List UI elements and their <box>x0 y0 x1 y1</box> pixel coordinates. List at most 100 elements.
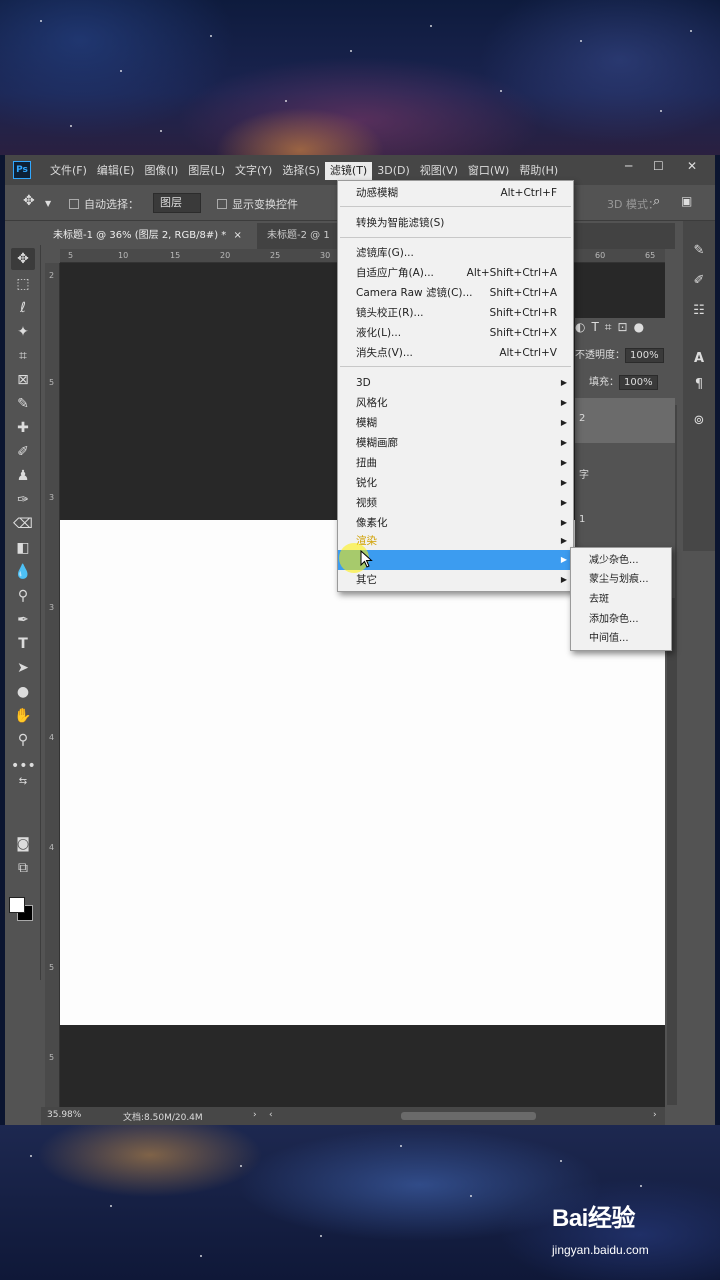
tab-document-1-label: 未标题-1 @ 36% (图层 2, RGB/8#) * <box>53 230 227 241</box>
ellipse-tool-icon[interactable]: ● <box>11 681 35 703</box>
right-dock: ✎ ✐ ☷ A ¶ ⊚ <box>683 221 715 551</box>
menu-item-label: 液化(L)... <box>356 327 402 339</box>
submenu-item-add-noise[interactable]: 添加杂色... <box>571 610 671 630</box>
layer-filter-icons[interactable]: ◐T⌗⊡● <box>575 320 675 335</box>
star <box>470 1195 472 1197</box>
maximize-button[interactable]: ☐ <box>653 159 664 173</box>
hand-tool-icon[interactable]: ✋ <box>11 705 35 727</box>
ruler-h-tick: 60 <box>595 251 606 260</box>
type-tool-icon[interactable]: T <box>11 633 35 655</box>
workspace-icon[interactable]: ▣ <box>681 194 692 208</box>
tab-close-icon[interactable]: × <box>233 230 241 241</box>
menu-item-blur-gallery[interactable]: 模糊画廊 ▶ <box>338 433 573 453</box>
submenu-item-despeckle[interactable]: 去斑 <box>571 590 671 610</box>
character-icon[interactable]: A <box>689 349 709 369</box>
eyedropper-icon[interactable]: ✎ <box>11 393 35 415</box>
more-tools-icon[interactable]: ••• <box>11 755 36 777</box>
marquee-tool-icon[interactable]: ⬚ <box>11 273 35 295</box>
brush-settings-icon[interactable]: ✎ <box>689 241 709 261</box>
menu-item-camera-raw[interactable]: Camera Raw 滤镜(C)... Shift+Ctrl+A <box>338 283 573 303</box>
auto-select-dropdown[interactable]: 图层 <box>153 193 201 213</box>
dodge-tool-icon[interactable]: ⚲ <box>11 585 35 607</box>
move-tool-icon[interactable]: ✥ <box>23 193 35 209</box>
close-button[interactable]: ✕ <box>687 159 697 173</box>
chevron-down-icon[interactable]: ▼ <box>45 199 51 208</box>
menu-view[interactable]: 视图(V) <box>415 162 463 180</box>
healing-brush-icon[interactable]: ✚ <box>11 417 35 439</box>
screen-mode-icon[interactable]: ⧉ <box>11 857 35 879</box>
history-brush-icon[interactable]: ✑ <box>11 489 35 511</box>
menu-item-distort[interactable]: 扭曲 ▶ <box>338 453 573 473</box>
layer-row[interactable]: 字 <box>575 458 675 498</box>
menu-layer[interactable]: 图层(L) <box>183 162 230 180</box>
menu-item-stylize[interactable]: 风格化 ▶ <box>338 393 573 413</box>
layer-row-selected[interactable]: 2 <box>575 398 675 443</box>
menu-type[interactable]: 文字(Y) <box>230 162 277 180</box>
menu-help[interactable]: 帮助(H) <box>514 162 563 180</box>
minimize-button[interactable]: ─ <box>625 159 632 173</box>
menu-item-render[interactable]: 渲染 ▶ <box>338 531 573 551</box>
scroll-left-icon[interactable]: ‹ <box>269 1110 273 1120</box>
swap-colors-icon[interactable]: ⇆ <box>11 775 35 789</box>
status-arrow-icon[interactable]: › <box>253 1110 257 1120</box>
auto-select-checkbox[interactable]: 自动选择： <box>69 196 139 212</box>
show-transform-checkbox[interactable]: 显示变换控件 <box>217 196 298 212</box>
zoom-level[interactable]: 35.98% <box>47 1110 81 1120</box>
menu-item-pixelate[interactable]: 像素化 ▶ <box>338 513 573 533</box>
menu-item-3d[interactable]: 3D ▶ <box>338 373 573 393</box>
menu-item-adaptive-wide-angle[interactable]: 自适应广角(A)... Alt+Shift+Ctrl+A <box>338 263 573 283</box>
eraser-icon[interactable]: ⌫ <box>11 513 35 535</box>
menu-image[interactable]: 图像(I) <box>139 162 183 180</box>
fill-row: 填充： 100% <box>575 373 675 390</box>
menu-item-last-filter[interactable]: 动感模糊 Alt+Ctrl+F <box>338 183 573 203</box>
menu-select[interactable]: 选择(S) <box>277 162 325 180</box>
crop-tool-icon[interactable]: ⌗ <box>11 345 35 367</box>
gradient-tool-icon[interactable]: ◧ <box>11 537 35 559</box>
blur-tool-icon[interactable]: 💧 <box>11 561 35 583</box>
submenu-item-dust-scratches[interactable]: 蒙尘与划痕... <box>571 570 671 590</box>
tab-document-1[interactable]: 未标题-1 @ 36% (图层 2, RGB/8#) * × <box>45 223 257 249</box>
menu-window[interactable]: 窗口(W) <box>463 162 514 180</box>
adjustments-icon[interactable]: ☷ <box>689 301 709 321</box>
move-tool-icon[interactable]: ✥ <box>11 248 35 270</box>
horizontal-scroll-thumb[interactable] <box>401 1112 536 1120</box>
menu-item-convert-smart[interactable]: 转换为智能滤镜(S) <box>338 213 573 233</box>
menu-edit[interactable]: 编辑(E) <box>92 162 140 180</box>
scroll-right-icon[interactable]: › <box>653 1110 657 1120</box>
fill-field[interactable]: 100% <box>619 375 658 390</box>
submenu-item-reduce-noise[interactable]: 减少杂色... <box>571 551 671 571</box>
brush-presets-icon[interactable]: ✐ <box>689 271 709 291</box>
properties-icon[interactable]: ⊚ <box>689 411 709 431</box>
submenu-item-median[interactable]: 中间值... <box>571 629 671 649</box>
tab-document-2[interactable]: 未标题-2 @ 1 <box>259 223 339 249</box>
path-select-icon[interactable]: ➤ <box>11 657 35 679</box>
lasso-tool-icon[interactable]: ℓ <box>11 297 35 319</box>
foreground-color-swatch[interactable] <box>9 897 25 913</box>
menu-item-lens-correction[interactable]: 镜头校正(R)... Shift+Ctrl+R <box>338 303 573 323</box>
stamp-tool-icon[interactable]: ♟ <box>11 465 35 487</box>
submenu-arrow-icon: ▶ <box>560 478 567 487</box>
layer-row[interactable]: 1 <box>575 508 675 548</box>
pen-tool-icon[interactable]: ✒ <box>11 609 35 631</box>
menu-filter[interactable]: 滤镜(T) <box>324 162 373 180</box>
opacity-field[interactable]: 100% <box>625 348 664 363</box>
menu-item-vanishing-point[interactable]: 消失点(V)... Alt+Ctrl+V <box>338 343 573 363</box>
menu-item-liquify[interactable]: 液化(L)... Shift+Ctrl+X <box>338 323 573 343</box>
quick-mask-icon[interactable]: ◙ <box>11 833 35 855</box>
menu-item-video[interactable]: 视频 ▶ <box>338 493 573 513</box>
menu-file[interactable]: 文件(F) <box>45 162 92 180</box>
zoom-tool-icon[interactable]: ⚲ <box>11 729 35 751</box>
menu-3d[interactable]: 3D(D) <box>372 162 415 180</box>
watermark-logo: Bai经验 <box>552 1205 635 1232</box>
menu-item-other[interactable]: 其它 ▶ <box>338 570 573 590</box>
frame-tool-icon[interactable]: ⊠ <box>11 369 35 391</box>
menu-item-blur[interactable]: 模糊 ▶ <box>338 413 573 433</box>
search-icon[interactable]: ⌕ <box>653 194 660 209</box>
vertical-ruler: 2 5 3 3 4 4 5 5 <box>45 263 60 1108</box>
paragraph-icon[interactable]: ¶ <box>689 375 709 395</box>
menu-item-filter-gallery[interactable]: 滤镜库(G)... <box>338 243 573 263</box>
fill-label: 填充： <box>589 377 619 388</box>
menu-item-sharpen[interactable]: 锐化 ▶ <box>338 473 573 493</box>
magic-wand-icon[interactable]: ✦ <box>11 321 35 343</box>
brush-tool-icon[interactable]: ✐ <box>11 441 35 463</box>
